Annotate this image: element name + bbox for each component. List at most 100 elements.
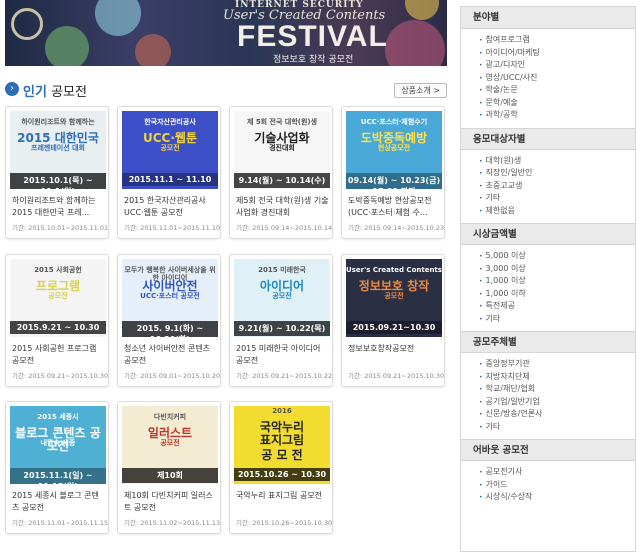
- sidebar-item[interactable]: • 문학/예술: [479, 97, 635, 110]
- festival-banner[interactable]: INTERNET SECURITY User's Created Content…: [5, 0, 447, 66]
- poster-text: 공모전: [384, 292, 404, 300]
- contest-card[interactable]: 2015 세종시 블로그 콘텐츠 공모전 내맘속 세종 2015.11.1(일) ~ …: [5, 401, 109, 534]
- sidebar-item-label[interactable]: 시상식/수상작: [486, 492, 533, 501]
- contest-poster[interactable]: UCC·포스터·체험수기 도박중독예방 현상공모전 09.14(월) ~ 10.23(…: [346, 111, 442, 189]
- sidebar-item-label[interactable]: 지방자치단체: [486, 372, 530, 381]
- contest-title[interactable]: 2015 세종시 블로그 콘텐츠 공모전: [12, 490, 106, 514]
- sidebar-item-label[interactable]: 1,000 이하: [486, 289, 526, 298]
- sidebar-item[interactable]: • 학술/논문: [479, 84, 635, 97]
- sidebar-item[interactable]: • 5,000 이상: [479, 250, 635, 263]
- sidebar-item-label[interactable]: 기타: [486, 422, 501, 431]
- sidebar-item-label[interactable]: 공모전기사: [486, 467, 523, 476]
- sidebar-item-label[interactable]: 제한없음: [486, 206, 515, 215]
- contest-title[interactable]: 2015 한국자산관리공사 UCC·웹툰 공모전: [124, 195, 218, 219]
- contest-card[interactable]: 2015 미래한국 아이디어 공모전 9.21(월) ~ 10.22(목) 2015 미…: [229, 254, 333, 387]
- contest-poster[interactable]: User's Created Contents 정보보호 창작 공모전 2015.09…: [346, 259, 442, 337]
- sidebar-item-label[interactable]: 영상/UCC/사진: [486, 73, 538, 82]
- sidebar-item[interactable]: • 1,000 이상: [479, 275, 635, 288]
- sidebar-item[interactable]: • 대학(원)생: [479, 155, 635, 168]
- poster-date: 09.14(월) ~ 10.23(금) 17:00 까지: [346, 173, 442, 189]
- contest-title[interactable]: 정보보호창작공모전: [348, 343, 442, 367]
- contest-title[interactable]: 제5회 전국 대학(원)생 기술사업화 경진대회: [236, 195, 330, 219]
- sidebar-item-label[interactable]: 특전제공: [486, 301, 515, 310]
- sidebar-item[interactable]: • 과학/공학: [479, 109, 635, 122]
- sidebar-item[interactable]: • 신문/방송/언론사: [479, 408, 635, 421]
- contest-title[interactable]: 제10회 다빈치커피 일러스트 공모전: [124, 490, 218, 514]
- poster-text: 공모전: [272, 292, 292, 300]
- contest-card[interactable]: 2015 사회공헌 프로그램 공모전 2015.9.21 ~ 10.30 2015 사회…: [5, 254, 109, 387]
- sidebar-item-label[interactable]: 중앙정부기관: [486, 359, 530, 368]
- contest-card[interactable]: 한국자산관리공사 UCC·웹툰 공모전 2015.11.1 ~ 11.10 2015 한…: [117, 106, 221, 239]
- sidebar-item-label[interactable]: 1,000 이상: [486, 276, 526, 285]
- sidebar-item-label[interactable]: 기타: [486, 314, 501, 323]
- sidebar-item[interactable]: • 가이드: [479, 479, 635, 492]
- sidebar-item-label[interactable]: 초중고교생: [486, 181, 523, 190]
- sidebar-item[interactable]: • 아이디어/마케팅: [479, 47, 635, 60]
- sidebar-item[interactable]: • 기타: [479, 421, 635, 434]
- contest-poster[interactable]: 한국자산관리공사 UCC·웹툰 공모전 2015.11.1 ~ 11.10: [122, 111, 218, 189]
- sidebar-item[interactable]: • 시상식/수상작: [479, 491, 635, 504]
- sidebar-item-label[interactable]: 신문/방송/언론사: [486, 409, 543, 418]
- sidebar-item[interactable]: • 광고/디자인: [479, 59, 635, 72]
- sidebar-item[interactable]: • 참여프로그램: [479, 34, 635, 47]
- sidebar-item[interactable]: • 초중고교생: [479, 180, 635, 193]
- contest-card[interactable]: 제 5회 전국 대학(원)생 기술사업화 경진대회 9.14(월) ~ 10.14(수…: [229, 106, 333, 239]
- sidebar-item[interactable]: • 공기업/일반기업: [479, 396, 635, 409]
- sidebar-item-label[interactable]: 가이드: [486, 480, 508, 489]
- sidebar-item-label[interactable]: 5,000 이상: [486, 251, 526, 260]
- sidebar-item-label[interactable]: 아이디어/마케팅: [486, 48, 540, 57]
- contest-poster[interactable]: 제 5회 전국 대학(원)생 기술사업화 경진대회 9.14(월) ~ 10.14(수…: [234, 111, 330, 189]
- contest-poster[interactable]: 모두가 행복한 사이버세상을 위한 아이디어 사이버안전 UCC·포스터 공모전 20…: [122, 259, 218, 337]
- contest-title[interactable]: 2015 사회공헌 프로그램 공모전: [12, 343, 106, 367]
- contest-title[interactable]: 하이원리조트와 함께하는 2015 대한민국 프레...: [12, 195, 106, 219]
- contest-card[interactable]: 2016 국악누리 표지그림 공 모 전 2015.10.26 ~ 10.30 국악누리 …: [229, 401, 333, 534]
- sidebar-item-label[interactable]: 공기업/일반기업: [486, 397, 540, 406]
- sidebar-item-label[interactable]: 참여프로그램: [486, 35, 530, 44]
- sidebar-item[interactable]: • 제한없음: [479, 205, 635, 218]
- sidebar-item-label[interactable]: 직장인/일반인: [486, 168, 533, 177]
- contest-title[interactable]: 도박중독예방 현상공모전 (UCC·포스터·체험 수...: [348, 195, 442, 219]
- contest-title[interactable]: 청소년 사이버안전 콘텐츠 공모전: [124, 343, 218, 367]
- contest-poster[interactable]: 다빈치커피 일러스트 공모전 제10회: [122, 406, 218, 484]
- contest-poster[interactable]: 2015 미래한국 아이디어 공모전 9.21(월) ~ 10.22(목): [234, 259, 330, 337]
- sidebar-item[interactable]: • 지방자치단체: [479, 371, 635, 384]
- bullet-icon: •: [479, 49, 483, 57]
- sidebar-item-label[interactable]: 광고/디자인: [486, 60, 526, 69]
- sidebar-item[interactable]: • 학교/재단/협회: [479, 383, 635, 396]
- sidebar-item-label[interactable]: 과학/공학: [486, 110, 518, 119]
- sidebar-item-label[interactable]: 기타: [486, 193, 501, 202]
- sidebar-item[interactable]: • 특전제공: [479, 300, 635, 313]
- sidebar-item[interactable]: • 기타: [479, 313, 635, 326]
- contest-poster[interactable]: 2016 국악누리 표지그림 공 모 전 2015.10.26 ~ 10.30: [234, 406, 330, 484]
- contest-poster[interactable]: 하이원리조트와 함께하는 2015 대한민국 프레젠테이션 대회 2015.10.1(…: [10, 111, 106, 189]
- contest-card[interactable]: User's Created Contents 정보보호 창작 공모전 2015.09…: [341, 254, 445, 387]
- sidebar-item[interactable]: • 1,000 이하: [479, 288, 635, 301]
- sidebar-item[interactable]: • 3,000 이상: [479, 263, 635, 276]
- poster-text: 한국자산관리공사: [144, 118, 196, 126]
- sidebar-item[interactable]: • 공모전기사: [479, 466, 635, 479]
- sidebar-item[interactable]: • 중앙정부기관: [479, 358, 635, 371]
- sidebar-item[interactable]: • 직장인/일반인: [479, 167, 635, 180]
- contest-card[interactable]: UCC·포스터·체험수기 도박중독예방 현상공모전 09.14(월) ~ 10.23(…: [341, 106, 445, 239]
- more-button[interactable]: 상품소개 >: [394, 83, 447, 98]
- contest-card[interactable]: 다빈치커피 일러스트 공모전 제10회 제10회 다빈치커피 일러스트 공모전 기간: 2…: [117, 401, 221, 534]
- contest-poster[interactable]: 2015 세종시 블로그 콘텐츠 공모전 내맘속 세종 2015.11.1(일) ~ …: [10, 406, 106, 484]
- poster-date: 2015.09.21~10.30: [346, 321, 442, 334]
- sidebar-item-label[interactable]: 학교/재단/협회: [486, 384, 536, 393]
- sidebar-item-label[interactable]: 3,000 이상: [486, 264, 526, 273]
- sidebar-item-label[interactable]: 대학(원)생: [486, 156, 522, 165]
- contest-poster[interactable]: 2015 사회공헌 프로그램 공모전 2015.9.21 ~ 10.30: [10, 259, 106, 337]
- bullet-icon: •: [479, 99, 483, 107]
- contest-title[interactable]: 국악누리 표지그림 공모전: [236, 490, 330, 514]
- sidebar-item[interactable]: • 기타: [479, 192, 635, 205]
- bullet-icon: •: [479, 481, 483, 489]
- contest-title[interactable]: 2015 미래한국 아이디어 공모전: [236, 343, 330, 367]
- bullet-icon: •: [479, 423, 483, 431]
- sidebar-item[interactable]: • 영상/UCC/사진: [479, 72, 635, 85]
- sidebar-section-title: 분야별: [461, 7, 635, 29]
- bullet-icon: •: [479, 112, 483, 119]
- contest-card[interactable]: 모두가 행복한 사이버세상을 위한 아이디어 사이버안전 UCC·포스터 공모전 20…: [117, 254, 221, 387]
- sidebar-item-label[interactable]: 문학/예술: [486, 98, 518, 107]
- sidebar-item-label[interactable]: 학술/논문: [486, 85, 518, 94]
- contest-card[interactable]: 하이원리조트와 함께하는 2015 대한민국 프레젠테이션 대회 2015.10.1(…: [5, 106, 109, 239]
